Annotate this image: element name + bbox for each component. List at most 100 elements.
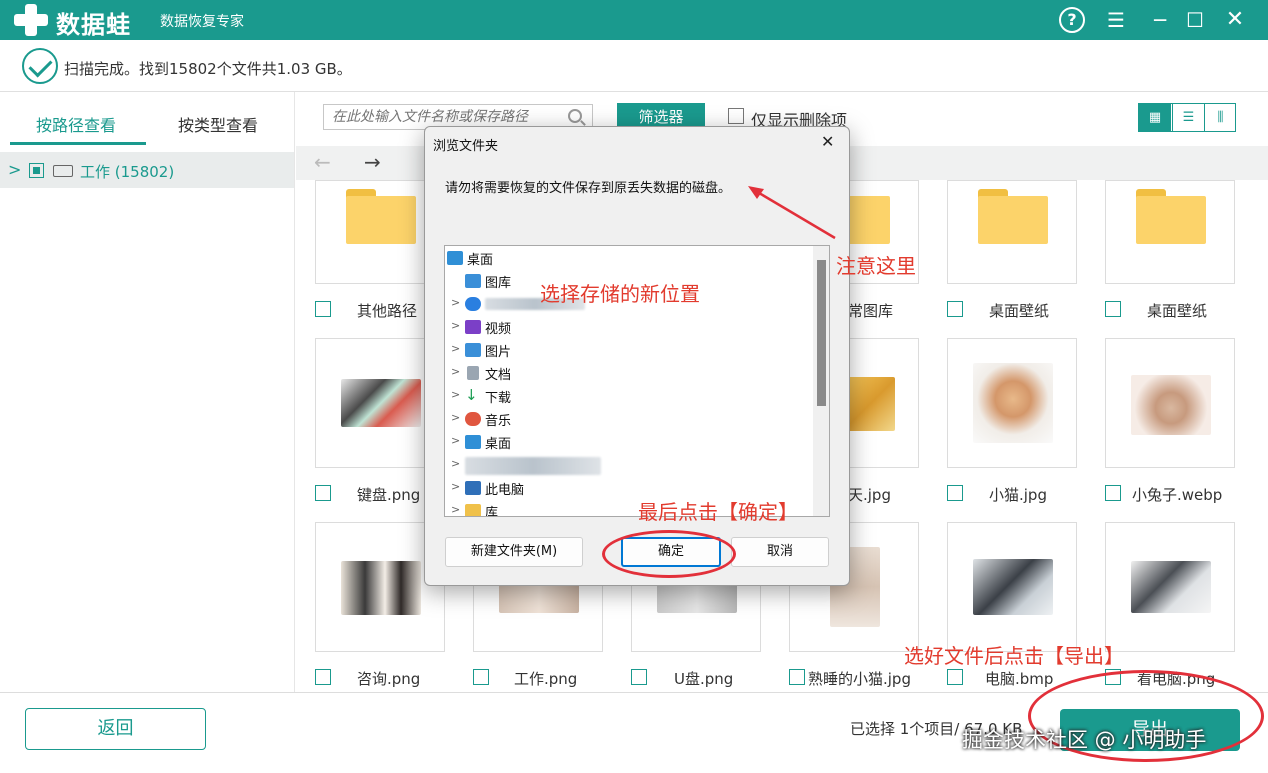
watermark: 掘金技术社区 @ 小明助手 <box>962 728 1207 752</box>
file-name: 小兔子.webp <box>1132 486 1223 504</box>
app-logo-text: 数据蛙 <box>56 11 131 39</box>
annotation-choose-location: 选择存储的新位置 <box>540 282 700 306</box>
chevron-right-icon[interactable]: > <box>451 296 460 309</box>
dialog-title: 浏览文件夹 <box>433 139 499 154</box>
file-name: 电脑.bmp <box>985 670 1054 688</box>
file-checkbox[interactable] <box>315 485 331 501</box>
file-checkbox[interactable] <box>789 669 805 685</box>
view-mode-group: ▦ ☰ ⫼ <box>1138 103 1236 132</box>
file-checkbox[interactable] <box>1105 485 1121 501</box>
file-tile[interactable] <box>1105 522 1235 652</box>
left-panel: 按路径查看 按类型查看 > 工作 (15802) <box>0 92 295 692</box>
work-thumbnail <box>499 583 579 613</box>
cancel-button[interactable]: 取消 <box>731 537 829 567</box>
chevron-right-icon[interactable]: > <box>451 342 460 355</box>
library-icon <box>465 504 481 516</box>
file-checkbox[interactable] <box>315 301 331 317</box>
file-name: 其他路径 <box>357 302 418 320</box>
scan-status-text: 扫描完成。找到15802个文件共1.03 GB。 <box>64 60 352 78</box>
tree-item-label: 工作 (15802) <box>80 163 175 181</box>
back-arrow-icon[interactable]: ← <box>314 150 331 174</box>
file-checkbox[interactable] <box>315 669 331 685</box>
scrollbar-thumb[interactable] <box>817 260 826 406</box>
file-name: 小猫.jpg <box>989 486 1047 504</box>
deleted-only-checkbox[interactable] <box>728 108 744 124</box>
file-tile[interactable] <box>947 338 1077 468</box>
app-subtitle: 数据恢复专家 <box>160 14 244 30</box>
chevron-right-icon[interactable]: > <box>451 503 460 516</box>
video-icon <box>465 320 481 334</box>
file-checkbox[interactable] <box>947 301 963 317</box>
file-name: 咨询.png <box>357 670 421 688</box>
annotation-click-ok: 最后点击【确定】 <box>638 500 798 524</box>
chevron-right-icon[interactable]: > <box>451 480 460 493</box>
file-name: 常图库 <box>848 302 894 320</box>
grid-view-icon[interactable]: ▦ <box>1139 104 1171 131</box>
file-checkbox[interactable] <box>473 669 489 685</box>
tab-by-type[interactable]: 按类型查看 <box>178 112 258 136</box>
search-icon[interactable] <box>568 109 582 123</box>
chevron-right-icon[interactable]: > <box>451 411 460 424</box>
file-name: 桌面壁纸 <box>1147 302 1208 320</box>
chevron-right-icon[interactable]: > <box>451 434 460 447</box>
forward-arrow-icon[interactable]: → <box>364 150 381 174</box>
file-name: 键盘.png <box>357 486 421 504</box>
computer-thumbnail <box>973 559 1053 615</box>
desktop-icon <box>447 251 463 265</box>
file-name: 熟睡的小猫.jpg <box>808 670 911 688</box>
tree-scrollbar[interactable] <box>813 246 829 516</box>
file-checkbox[interactable] <box>947 485 963 501</box>
gallery-icon <box>465 274 481 288</box>
file-tile[interactable] <box>947 522 1077 652</box>
kitten-thumbnail <box>973 363 1053 443</box>
dialog-prompt: 请勿将需要恢复的文件保存到原丢失数据的磁盘。 <box>445 181 732 196</box>
logo-icon <box>14 4 48 36</box>
file-name: U盘.png <box>674 670 734 688</box>
file-tile[interactable] <box>947 180 1077 284</box>
sky-thumbnail <box>845 377 895 431</box>
active-tab-indicator <box>10 142 146 145</box>
cloud-icon <box>465 297 481 311</box>
detail-view-icon[interactable]: ⫼ <box>1204 104 1236 131</box>
file-name: 工作.png <box>514 670 578 688</box>
tree-item-checkbox[interactable] <box>29 163 44 178</box>
chevron-right-icon[interactable]: > <box>451 319 460 332</box>
maximize-icon[interactable]: ☐ <box>1181 6 1209 34</box>
annotation-arrow <box>748 186 836 240</box>
file-checkbox[interactable] <box>947 669 963 685</box>
chevron-right-icon[interactable]: > <box>451 365 460 378</box>
file-name: 天.jpg <box>848 486 891 504</box>
consult-thumbnail <box>341 561 421 615</box>
file-checkbox[interactable] <box>631 669 647 685</box>
file-name: 桌面壁纸 <box>989 302 1050 320</box>
dialog-close-icon[interactable]: ✕ <box>821 132 834 151</box>
drive-icon <box>53 165 73 177</box>
desktop-icon <box>465 435 481 449</box>
file-tile[interactable] <box>1105 338 1235 468</box>
title-bar: 数据蛙 数据恢复专家 ? ☰ ─ ☐ ✕ <box>0 0 1268 40</box>
close-icon[interactable]: ✕ <box>1221 6 1249 34</box>
tree-item-work[interactable]: > 工作 (15802) <box>0 152 294 188</box>
folder-icon <box>1136 189 1206 244</box>
new-folder-button[interactable]: 新建文件夹(M) <box>445 537 583 567</box>
folder-icon <box>346 189 416 244</box>
file-tile[interactable] <box>1105 180 1235 284</box>
keyboard-thumbnail <box>341 379 421 427</box>
chevron-right-icon[interactable]: > <box>8 160 21 179</box>
file-checkbox[interactable] <box>1105 301 1121 317</box>
annotation-attention: 注意这里 <box>836 254 916 278</box>
music-icon <box>465 412 481 426</box>
annotation-click-export: 选好文件后点击【导出】 <box>904 644 1124 668</box>
computer-icon <box>465 481 481 495</box>
document-icon <box>467 366 479 380</box>
list-view-icon[interactable]: ☰ <box>1172 104 1204 131</box>
chevron-right-icon[interactable]: > <box>451 457 460 470</box>
menu-icon[interactable]: ☰ <box>1102 6 1130 34</box>
minimize-icon[interactable]: ─ <box>1146 6 1174 34</box>
back-button[interactable]: 返回 <box>25 708 206 750</box>
rabbit-thumbnail <box>1131 375 1211 435</box>
tab-by-path[interactable]: 按路径查看 <box>36 112 116 136</box>
annotation-circle-ok <box>602 530 736 578</box>
help-icon[interactable]: ? <box>1059 7 1085 33</box>
chevron-right-icon[interactable]: > <box>451 388 460 401</box>
